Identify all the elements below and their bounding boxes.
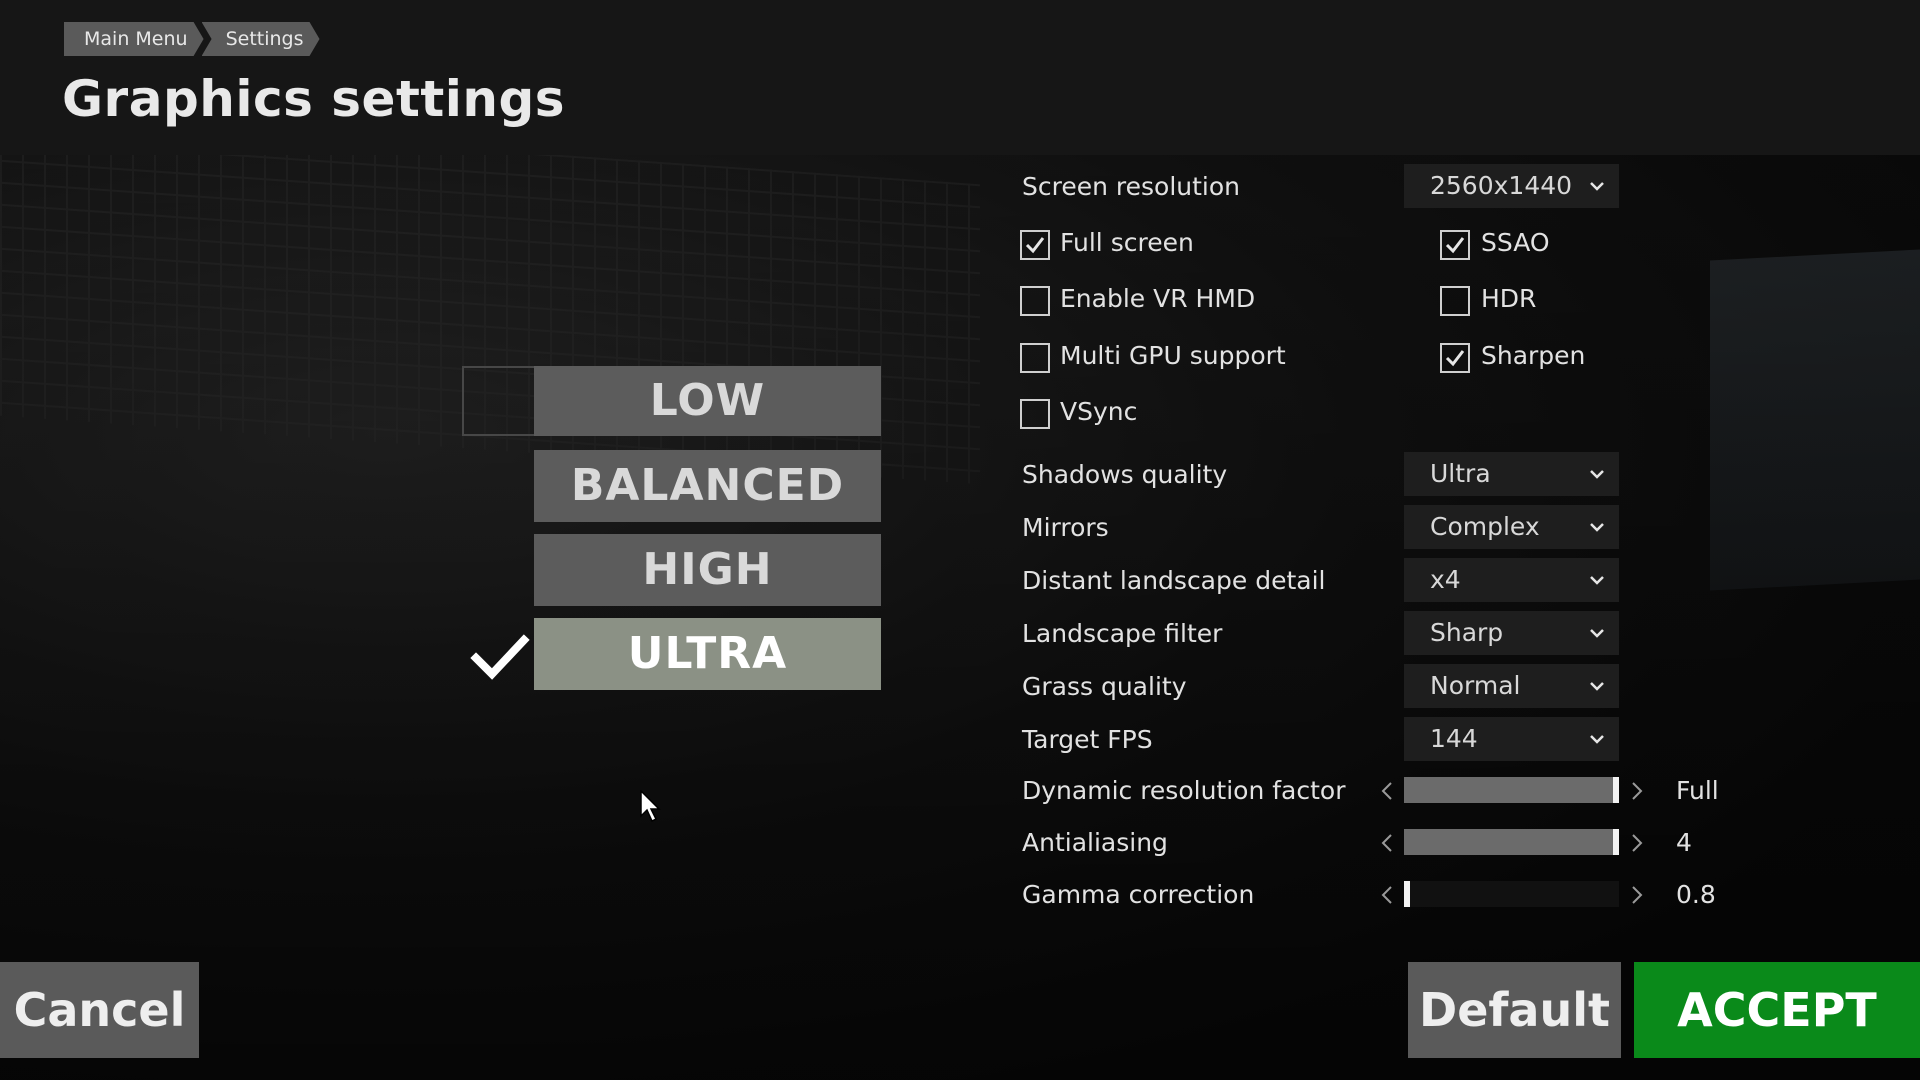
distant-landscape-detail-label: Distant landscape detail — [1022, 566, 1326, 595]
landscape-filter-dropdown[interactable]: Sharp — [1404, 611, 1619, 655]
multi-gpu-support-label: Multi GPU support — [1060, 341, 1286, 370]
vsync-checkbox[interactable] — [1020, 399, 1050, 429]
page-title: Graphics settings — [62, 70, 566, 128]
target-fps-label: Target FPS — [1022, 725, 1153, 754]
mouse-cursor-icon — [640, 790, 661, 823]
gamma-correction-label: Gamma correction — [1022, 880, 1255, 909]
slider-handle[interactable] — [1404, 881, 1410, 907]
enable-vr-hmd-checkbox[interactable] — [1020, 286, 1050, 316]
grass-quality-dropdown[interactable]: Normal — [1404, 664, 1619, 708]
vsync-label: VSync — [1060, 397, 1138, 426]
hdr-label: HDR — [1481, 284, 1537, 313]
mirrors-label: Mirrors — [1022, 513, 1109, 542]
chevron-right-icon[interactable] — [1630, 780, 1644, 802]
header: Main Menu Settings Graphics settings — [0, 0, 1920, 155]
preset-low-button[interactable]: LOW — [534, 366, 881, 436]
chevron-down-icon — [1590, 735, 1604, 744]
shadows-quality-dropdown[interactable]: Ultra — [1404, 452, 1619, 496]
preset-balanced-button[interactable]: BALANCED — [534, 450, 881, 522]
shadows-quality-label: Shadows quality — [1022, 460, 1228, 489]
check-icon — [1445, 237, 1465, 254]
dynamic-resolution-factor-slider[interactable] — [1404, 777, 1619, 803]
chevron-right-icon[interactable] — [1630, 884, 1644, 906]
preset-high-button[interactable]: HIGH — [534, 534, 881, 606]
default-button[interactable]: Default — [1408, 962, 1621, 1058]
chevron-down-icon — [1590, 470, 1604, 479]
dropdown-value: Complex — [1430, 512, 1540, 541]
antialiasing-slider[interactable] — [1404, 829, 1619, 855]
slider-value: 4 — [1676, 828, 1692, 857]
slider-fill — [1404, 777, 1619, 803]
ssao-checkbox[interactable] — [1440, 230, 1470, 260]
full-screen-checkbox[interactable] — [1020, 230, 1050, 260]
chevron-left-icon[interactable] — [1380, 780, 1394, 802]
slider-fill — [1404, 829, 1619, 855]
check-icon — [1025, 237, 1045, 254]
screen-resolution-label: Screen resolution — [1022, 172, 1241, 201]
dropdown-value: 2560x1440 — [1430, 171, 1573, 200]
slider-handle[interactable] — [1613, 777, 1619, 803]
grass-quality-label: Grass quality — [1022, 672, 1187, 701]
check-icon — [1445, 350, 1465, 367]
sharpen-checkbox[interactable] — [1440, 343, 1470, 373]
distant-landscape-detail-dropdown[interactable]: x4 — [1404, 558, 1619, 602]
dropdown-value: Sharp — [1430, 618, 1504, 647]
breadcrumb: Main Menu Settings — [64, 22, 332, 56]
chevron-down-icon — [1590, 523, 1604, 532]
multi-gpu-support-checkbox[interactable] — [1020, 343, 1050, 373]
chevron-down-icon — [1590, 182, 1604, 191]
dropdown-value: x4 — [1430, 565, 1461, 594]
slider-value: Full — [1676, 776, 1719, 805]
slider-value: 0.8 — [1676, 880, 1716, 909]
chevron-down-icon — [1590, 629, 1604, 638]
preset-ultra-button[interactable]: ULTRA — [534, 618, 881, 690]
enable-vr-hmd-label: Enable VR HMD — [1060, 284, 1256, 313]
chevron-down-icon — [1590, 576, 1604, 585]
landscape-filter-label: Landscape filter — [1022, 619, 1223, 648]
gamma-correction-slider[interactable] — [1404, 881, 1619, 907]
chevron-left-icon[interactable] — [1380, 832, 1394, 854]
dynamic-resolution-factor-label: Dynamic resolution factor — [1022, 776, 1346, 805]
slider-handle[interactable] — [1613, 829, 1619, 855]
background-scene — [0, 0, 1920, 1080]
breadcrumb-main-menu[interactable]: Main Menu — [64, 22, 204, 56]
chevron-left-icon[interactable] — [1380, 884, 1394, 906]
chevron-down-icon — [1590, 682, 1604, 691]
dropdown-value: 144 — [1430, 724, 1478, 753]
dropdown-value: Ultra — [1430, 459, 1491, 488]
cancel-button[interactable]: Cancel — [0, 962, 199, 1058]
background-shade — [0, 0, 1920, 1080]
chevron-right-icon[interactable] — [1630, 832, 1644, 854]
screen-resolution-dropdown[interactable]: 2560x1440 — [1404, 164, 1619, 208]
sharpen-label: Sharpen — [1481, 341, 1586, 370]
accept-button[interactable]: ACCEPT — [1634, 962, 1920, 1058]
checkmark-icon — [470, 634, 530, 680]
target-fps-dropdown[interactable]: 144 — [1404, 717, 1619, 761]
mirrors-dropdown[interactable]: Complex — [1404, 505, 1619, 549]
full-screen-label: Full screen — [1060, 228, 1194, 257]
dropdown-value: Normal — [1430, 671, 1521, 700]
breadcrumb-settings[interactable]: Settings — [202, 22, 320, 56]
ssao-label: SSAO — [1481, 228, 1550, 257]
antialiasing-label: Antialiasing — [1022, 828, 1168, 857]
hdr-checkbox[interactable] — [1440, 286, 1470, 316]
